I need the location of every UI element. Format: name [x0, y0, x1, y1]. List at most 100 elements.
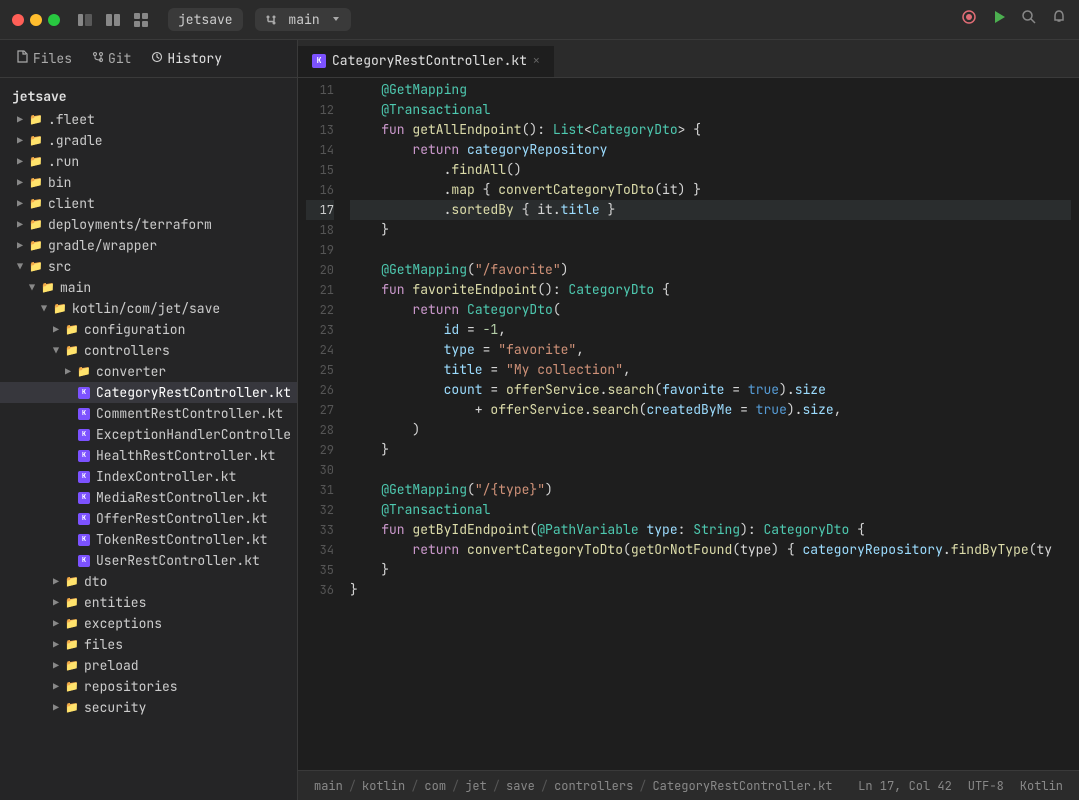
tree-item-gradle[interactable]: ▶ 📁 .gradle [0, 130, 297, 151]
breadcrumb-com: com [424, 778, 446, 794]
chevron-icon: ▶ [48, 575, 64, 588]
breadcrumb-file: CategoryRestController.kt [652, 778, 832, 794]
code-editor[interactable]: 1112131415 1617181920 2122232425 2627282… [298, 78, 1079, 770]
tree-item-security[interactable]: ▶ 📁 security [0, 697, 297, 718]
tree-item-comment-controller[interactable]: K CommentRestController.kt [0, 403, 297, 424]
chevron-icon: ▶ [48, 617, 64, 630]
tree-item-src[interactable]: ▼ 📁 src [0, 256, 297, 277]
title-bar: jetsave main [0, 0, 1079, 40]
code-line-21: fun favoriteEndpoint(): CategoryDto { [350, 280, 1071, 300]
tree-item-run[interactable]: ▶ 📁 .run [0, 151, 297, 172]
diff-icon[interactable] [104, 11, 122, 29]
tree-item-exceptions[interactable]: ▶ 📁 exceptions [0, 613, 297, 634]
tree-item-client[interactable]: ▶ 📁 client [0, 193, 297, 214]
code-line-31: @GetMapping("/{type}") [350, 480, 1071, 500]
kotlin-file-icon: K [76, 555, 92, 567]
kotlin-file-icon: K [76, 492, 92, 504]
title-bar-right [961, 9, 1067, 30]
folder-icon: 📁 [64, 596, 80, 610]
tab-history[interactable]: History [143, 46, 230, 71]
file-tree: jetsave ▶ 📁 .fleet ▶ 📁 .gradle ▶ 📁 .run [0, 78, 297, 800]
project-name[interactable]: jetsave [168, 8, 243, 31]
traffic-lights [12, 14, 60, 26]
tree-item-entities[interactable]: ▶ 📁 entities [0, 592, 297, 613]
tree-item-exception-handler[interactable]: K ExceptionHandlerControlle [0, 424, 297, 445]
code-line-16: .map { convertCategoryToDto(it) } [350, 180, 1071, 200]
tree-item-health-controller[interactable]: K HealthRestController.kt [0, 445, 297, 466]
tree-item-main[interactable]: ▼ 📁 main [0, 277, 297, 298]
kotlin-tab-icon: K [312, 54, 326, 68]
history-tab-label: History [167, 50, 222, 67]
tree-item-gradle-wrapper[interactable]: ▶ 📁 gradle/wrapper [0, 235, 297, 256]
folder-icon: 📁 [64, 617, 80, 631]
tree-item-converter[interactable]: ▶ 📁 converter [0, 361, 297, 382]
tree-item-configuration[interactable]: ▶ 📁 configuration [0, 319, 297, 340]
files-tab-icon [16, 50, 29, 67]
tab-files[interactable]: Files [8, 46, 80, 71]
git-tab-label: Git [108, 50, 131, 67]
history-tab-icon [151, 51, 163, 67]
tab-close-button[interactable]: ✕ [533, 54, 540, 68]
tree-item-user-controller[interactable]: K UserRestController.kt [0, 550, 297, 571]
tree-item-offer-controller[interactable]: K OfferRestController.kt [0, 508, 297, 529]
tab-git[interactable]: Git [84, 46, 139, 71]
tree-item-preload[interactable]: ▶ 📁 preload [0, 655, 297, 676]
git-tab-icon [92, 51, 104, 67]
chevron-icon: ▼ [36, 302, 52, 315]
editor-tabs: K CategoryRestController.kt ✕ [298, 40, 1079, 78]
code-line-27: + offerService.search(createdByMe = true… [350, 400, 1071, 420]
chevron-icon: ▼ [12, 260, 28, 273]
search-icon[interactable] [1021, 9, 1037, 30]
chevron-icon: ▶ [12, 134, 28, 147]
tree-item-index-controller[interactable]: K IndexController.kt [0, 466, 297, 487]
kotlin-file-icon: K [76, 408, 92, 420]
chevron-icon: ▶ [12, 113, 28, 126]
folder-icon: 📁 [28, 134, 44, 148]
folder-icon: 📁 [64, 344, 80, 358]
code-line-13: fun getAllEndpoint(): List<CategoryDto> … [350, 120, 1071, 140]
tree-item-category-controller[interactable]: K CategoryRestController.kt [0, 382, 297, 403]
tree-item-repositories[interactable]: ▶ 📁 repositories [0, 676, 297, 697]
chevron-icon: ▶ [48, 596, 64, 609]
tree-item-token-controller[interactable]: K TokenRestController.kt [0, 529, 297, 550]
code-line-22: return CategoryDto( [350, 300, 1071, 320]
tree-item-files[interactable]: ▶ 📁 files [0, 634, 297, 655]
grid-icon[interactable] [132, 11, 150, 29]
minimize-button[interactable] [30, 14, 42, 26]
run-icon[interactable] [991, 9, 1007, 30]
sidebar: Files Git History jetsave ▶ 📁 [0, 40, 298, 800]
maximize-button[interactable] [48, 14, 60, 26]
kotlin-file-icon: K [76, 534, 92, 546]
code-line-15: .findAll() [350, 160, 1071, 180]
folder-icon: 📁 [28, 260, 44, 274]
folder-icon: 📁 [76, 365, 92, 379]
bell-icon[interactable] [1051, 9, 1067, 30]
sidebar-tabs: Files Git History [0, 40, 297, 78]
folder-icon: 📁 [64, 638, 80, 652]
code-line-19 [350, 240, 1071, 260]
folder-icon: 📁 [64, 701, 80, 715]
code-line-25: title = "My collection", [350, 360, 1071, 380]
folder-icon: 📁 [28, 218, 44, 232]
chevron-icon: ▶ [48, 323, 64, 336]
record-icon[interactable] [961, 9, 977, 30]
tree-item-fleet[interactable]: ▶ 📁 .fleet [0, 109, 297, 130]
sidebar-icon[interactable] [76, 11, 94, 29]
folder-icon: 📁 [64, 323, 80, 337]
editor-area: K CategoryRestController.kt ✕ 1112131415… [298, 40, 1079, 800]
tree-item-deployments[interactable]: ▶ 📁 deployments/terraform [0, 214, 297, 235]
tree-item-kotlin[interactable]: ▼ 📁 kotlin/com/jet/save [0, 298, 297, 319]
tab-filename: CategoryRestController.kt [332, 52, 527, 69]
tree-item-bin[interactable]: ▶ 📁 bin [0, 172, 297, 193]
tree-item-media-controller[interactable]: K MediaRestController.kt [0, 487, 297, 508]
code-line-11: @GetMapping [350, 80, 1071, 100]
tree-item-controllers[interactable]: ▼ 📁 controllers [0, 340, 297, 361]
breadcrumb-save: save [506, 778, 535, 794]
editor-tab-category[interactable]: K CategoryRestController.kt ✕ [298, 46, 554, 77]
tree-item-dto[interactable]: ▶ 📁 dto [0, 571, 297, 592]
close-button[interactable] [12, 14, 24, 26]
code-content[interactable]: @GetMapping @Transactional fun getAllEnd… [342, 78, 1079, 770]
kotlin-file-icon: K [76, 471, 92, 483]
breadcrumb-jet: jet [465, 778, 487, 794]
branch-name[interactable]: main [255, 8, 352, 31]
